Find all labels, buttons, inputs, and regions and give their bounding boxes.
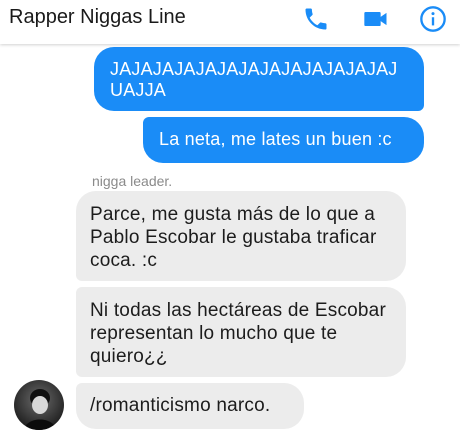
sender-avatar[interactable] <box>14 380 64 430</box>
conversation-header: Rapper Niggas Line <box>0 0 460 44</box>
sent-message-bubble[interactable]: JAJAJAJAJAJAJAJAJAJAJAJAJAJUAJJA <box>94 47 424 111</box>
video-camera-icon[interactable] <box>362 5 390 33</box>
message-thread: JAJAJAJAJAJAJAJAJAJAJAJAJAJUAJJA La neta… <box>0 44 460 431</box>
conversation-title[interactable]: Rapper Niggas Line <box>9 6 186 29</box>
phone-icon[interactable] <box>302 5 330 33</box>
received-message-bubble[interactable]: Ni todas las hectáreas de Escobar repres… <box>76 287 406 377</box>
info-icon[interactable] <box>419 5 447 33</box>
received-message-bubble[interactable]: Parce, me gusta más de lo que a Pablo Es… <box>76 191 406 281</box>
sent-message-bubble[interactable]: La neta, me lates un buen :c <box>143 117 424 163</box>
sender-name: nigga leader. <box>92 173 173 189</box>
received-message-bubble[interactable]: /romanticismo narco. <box>76 383 304 429</box>
